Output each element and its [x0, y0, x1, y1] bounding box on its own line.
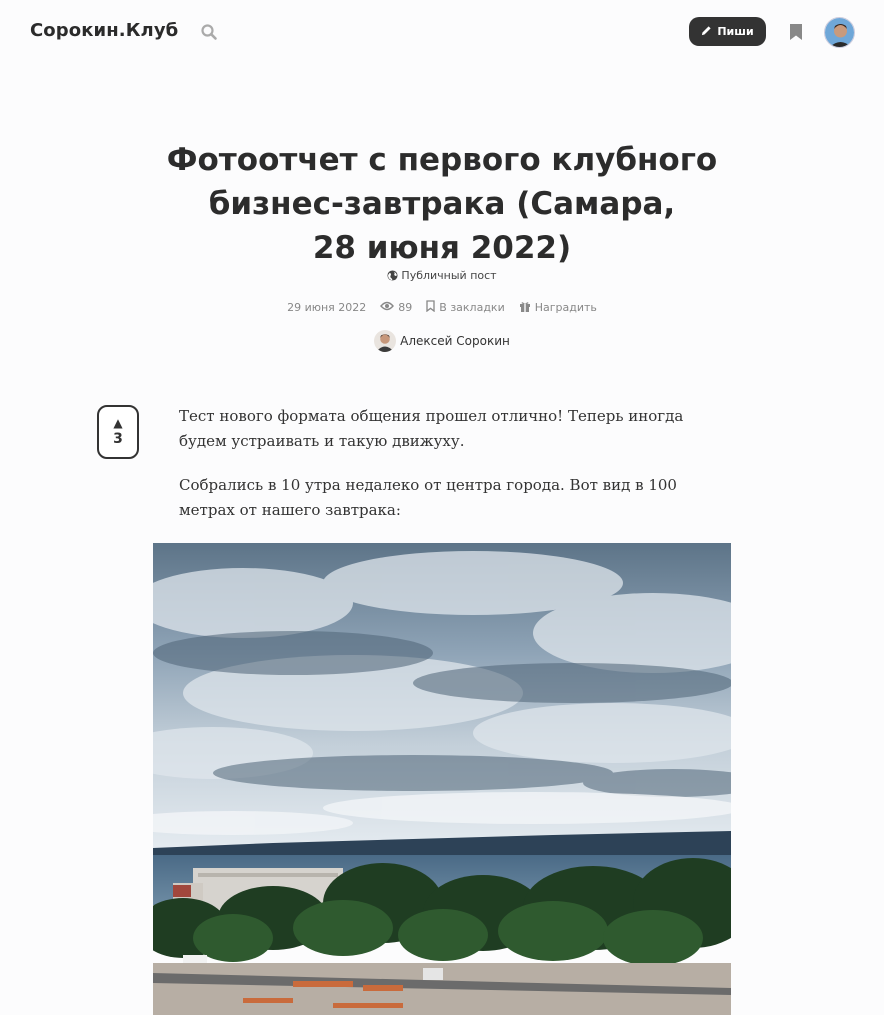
post-title-line: Фотоотчет с первого клубного	[166, 142, 718, 178]
post-visibility: Публичный пост	[0, 269, 884, 284]
post-date: 29 июня 2022	[287, 301, 366, 314]
write-post-button[interactable]: Пиши	[689, 17, 766, 46]
author-name: Алексей Сорокин	[400, 334, 510, 348]
gift-icon	[519, 301, 531, 315]
post-title: Фотоотчет с первого клубного бизнес-завт…	[150, 138, 734, 270]
views-count: 89	[398, 301, 413, 314]
top-header: Сорокин.Клуб Пиши	[0, 0, 884, 64]
author-avatar	[374, 330, 397, 352]
post-title-line: 28 июня 2022)	[312, 230, 572, 266]
upvote-count: 3	[113, 431, 123, 447]
post-author[interactable]: Алексей Сорокин	[0, 330, 884, 352]
post-meta: 29 июня 2022 89 В закладки Наградить	[0, 300, 884, 315]
site-logo[interactable]: Сорокин.Клуб	[30, 20, 178, 41]
post-paragraph: Собрались в 10 утра недалеко от центра г…	[179, 476, 677, 519]
post-photo[interactable]	[153, 543, 731, 1015]
eye-icon	[380, 301, 395, 314]
pencil-icon	[701, 25, 712, 39]
post-date-label: 29 июня 2022	[287, 301, 367, 314]
globe-icon	[387, 270, 398, 284]
post-body: Тест нового формата общения прошел отлич…	[179, 404, 724, 542]
add-bookmark-link[interactable]: В закладки	[426, 300, 505, 315]
upvote-button[interactable]: ▲ 3	[97, 405, 139, 459]
write-post-label: Пиши	[717, 25, 754, 38]
user-avatar[interactable]	[824, 17, 855, 48]
bookmark-icon[interactable]	[789, 23, 803, 41]
search-icon[interactable]	[200, 23, 218, 41]
post-visibility-label: Публичный пост	[401, 269, 497, 282]
add-bookmark-label: В закладки	[439, 301, 505, 314]
bookmark-outline-icon	[426, 300, 435, 315]
upvote-arrow-icon: ▲	[113, 416, 123, 430]
river-view-image	[153, 543, 731, 1015]
post-paragraph: Тест нового формата общения прошел отлич…	[179, 407, 684, 450]
post-title-line: бизнес-завтрака (Самара,	[208, 186, 676, 222]
reward-link[interactable]: Наградить	[519, 301, 597, 315]
views-counter: 89	[380, 301, 412, 314]
reward-label: Наградить	[534, 301, 597, 314]
